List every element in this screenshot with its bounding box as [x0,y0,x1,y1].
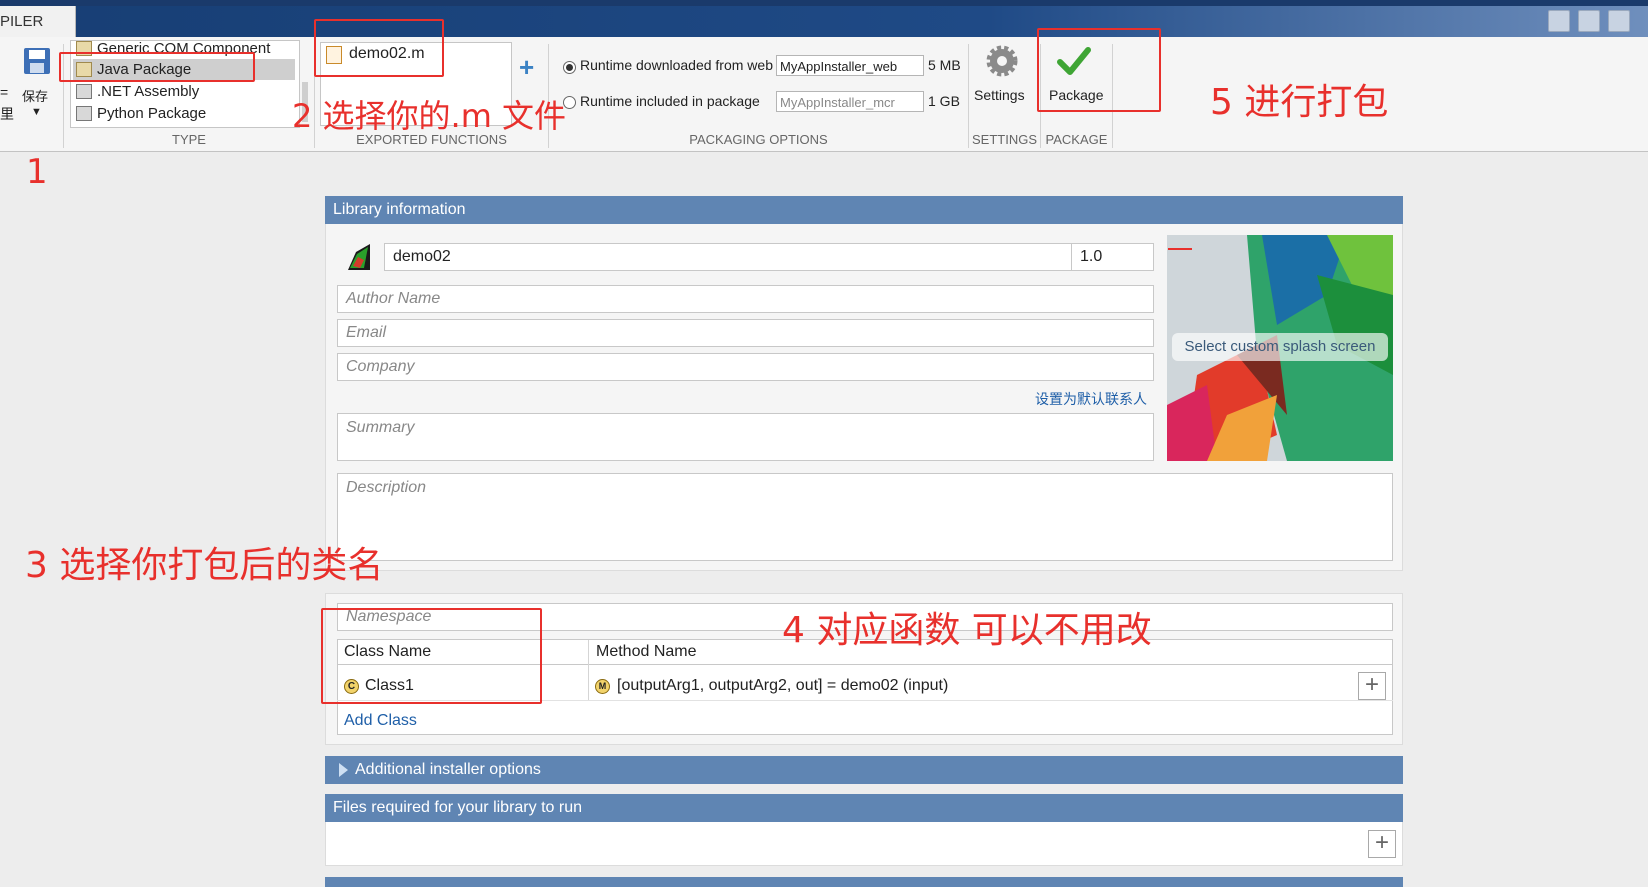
annotation-box-file [314,19,444,77]
expand-triangle-icon[interactable] [339,763,348,777]
python-package-icon [76,106,92,121]
installer-web-name-input[interactable]: MyAppInstaller_web [776,55,924,76]
save-button[interactable] [22,46,52,76]
installer-options-label: Additional installer options [355,761,541,778]
library-info-header: Library information [325,196,1403,224]
files-list [326,822,1402,865]
email-field[interactable]: Email [337,319,1154,347]
matlab-logo-icon [348,244,370,270]
dotnet-assembly-icon [76,84,92,99]
annotation-step-1: 1 [26,152,48,192]
web-size-label: 5 MB [928,57,961,73]
section-label-packaging: PACKAGING OPTIONS [689,132,828,147]
add-function-plus-icon[interactable]: + [519,54,534,80]
save-label: 保存 [22,89,49,104]
ribbon-tab-bar [0,6,1648,37]
mcr-size-label: 1 GB [928,93,960,109]
annotation-step-5: 5 进行打包 [1210,82,1389,123]
radio-runtime-web[interactable] [563,61,576,74]
type-item-python[interactable]: Python Package [73,103,295,124]
annotation-step-2: 2 选择你的.m 文件 [292,97,567,135]
annotation-box-package [1037,28,1161,112]
installer-options-header[interactable]: Additional installer options [325,756,1403,784]
tab-compiler[interactable]: PILER [0,6,76,37]
splash-screen-selector[interactable]: Select custom splash screen [1167,235,1393,461]
annotation-step-3: 3 选择你打包后的类名 [25,545,384,586]
section-label-settings: SETTINGS [971,132,1037,147]
author-name-field[interactable]: Author Name [337,285,1154,313]
library-icon[interactable] [348,244,370,270]
quick-access-tool-icon[interactable] [1608,10,1630,32]
left-edge-fragment: 里 [0,106,14,122]
section-label-type: TYPE [172,132,206,147]
select-splash-button[interactable]: Select custom splash screen [1172,333,1388,361]
add-file-button[interactable]: + [1368,830,1396,858]
files-required-header: Files required for your library to run [325,794,1403,822]
quick-access-new-icon[interactable] [1548,10,1570,32]
annotation-box-java [59,52,255,82]
company-field[interactable]: Company [337,353,1154,381]
section-label-package: PACKAGE [1045,132,1108,147]
summary-field[interactable]: Summary [337,413,1154,461]
set-default-contact-link[interactable]: 设置为默认联系人 [1035,389,1147,409]
gear-icon [986,45,1018,77]
floppy-save-icon [24,48,50,74]
runtime-included-label: Runtime included in package [580,93,760,109]
red-dash-mark [1168,248,1192,250]
installer-mcr-name-input[interactable]: MyAppInstaller_mcr [776,91,924,112]
annotation-box-class [321,608,542,704]
add-class-link[interactable]: Add Class [344,712,417,730]
annotation-step-4: 4 对应函数 可以不用改 [782,610,1152,651]
method-signature-cell[interactable]: [outputArg1, outputArg2, out] = demo02 (… [617,677,948,695]
library-name-field[interactable]: demo02 [384,243,1072,271]
version-field[interactable]: 1.0 [1071,243,1154,271]
settings-label: Settings [974,87,1025,103]
tab-compiler-label: PILER [0,13,44,30]
type-item-dotnet[interactable]: .NET Assembly [73,81,295,102]
save-dropdown-chevron-icon[interactable]: ▼ [31,106,42,118]
settings-button[interactable] [985,44,1019,78]
description-field[interactable]: Description [337,473,1393,561]
add-method-button[interactable]: + [1358,672,1386,700]
method-icon: M [595,679,610,694]
quick-access-save-icon[interactable] [1578,10,1600,32]
column-divider [588,640,589,700]
runtime-web-label: Runtime downloaded from web [580,57,773,73]
column-header-method: Method Name [596,643,697,660]
next-section-header [325,877,1403,887]
left-edge-fragment: = [0,84,9,100]
